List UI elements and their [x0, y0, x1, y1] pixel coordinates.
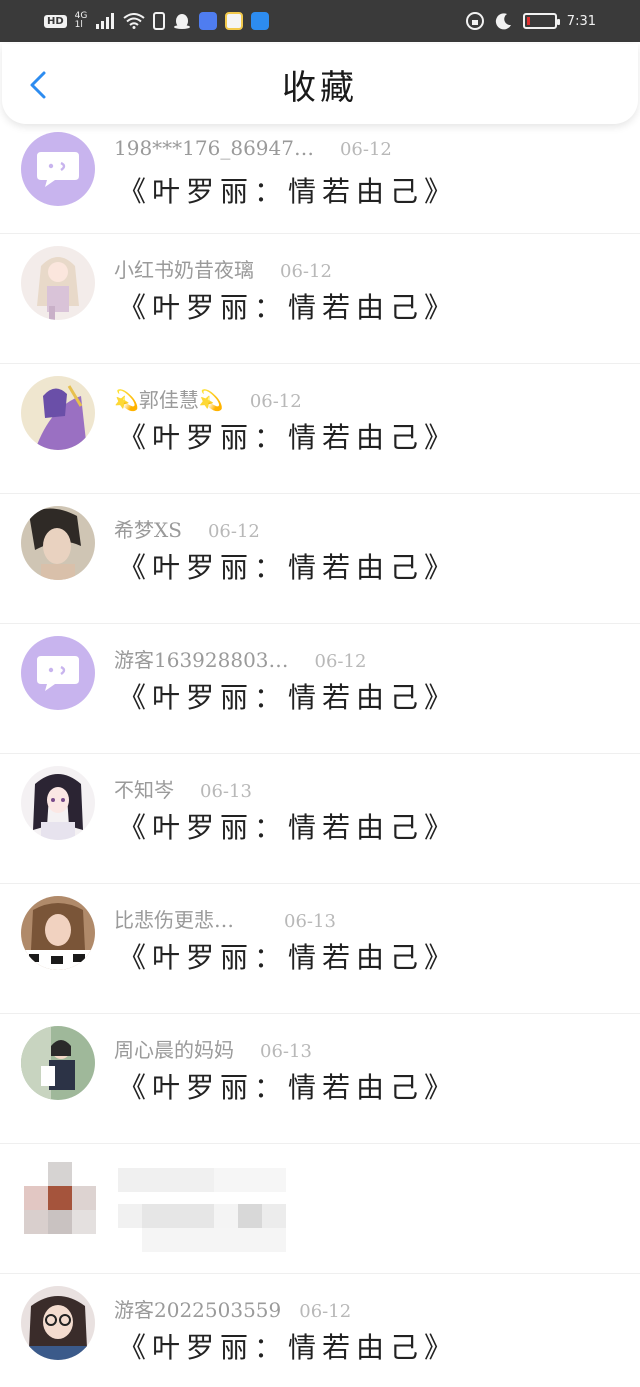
- list-item[interactable]: 💫郭佳慧💫 06-12 《叶罗丽：情若由己》: [0, 364, 640, 494]
- book-title[interactable]: 《叶罗丽：情若由己》: [118, 806, 458, 846]
- rotation-lock-icon: [465, 12, 484, 30]
- avatar[interactable]: [21, 376, 95, 450]
- pixel-block: [262, 1204, 286, 1228]
- item-meta: 不知岑 06-13: [114, 774, 252, 803]
- photo-girl-avatar-icon: [21, 896, 95, 970]
- pixel-block: [72, 1186, 96, 1210]
- bubble-icon: [37, 152, 79, 187]
- avatar[interactable]: [21, 132, 95, 206]
- network-indicator: 4G 1l: [74, 11, 88, 30]
- wifi-icon: [123, 13, 145, 29]
- user-name[interactable]: 💫郭佳慧💫: [114, 384, 224, 413]
- list-item[interactable]: 希梦XS 06-12 《叶罗丽：情若由己》: [0, 494, 640, 624]
- pixel-block: [24, 1210, 48, 1234]
- book-title[interactable]: 《叶罗丽：情若由己》: [118, 1326, 458, 1366]
- item-meta: 💫郭佳慧💫 06-12: [114, 384, 302, 413]
- avatar[interactable]: [21, 1286, 95, 1360]
- pixel-block: [238, 1204, 262, 1228]
- avatar[interactable]: [21, 246, 95, 320]
- user-name[interactable]: 游客2022503559: [114, 1294, 281, 1323]
- item-date: 06-13: [200, 781, 252, 802]
- list-item[interactable]: 不知岑 06-13 《叶罗丽：情若由己》: [0, 754, 640, 884]
- header-bar: 收藏: [2, 44, 638, 124]
- page-title: 收藏: [282, 67, 358, 108]
- pixel-block: [142, 1204, 214, 1228]
- list-item[interactable]: 198***176_86947… 06-12 《叶罗丽：情若由己》: [0, 124, 640, 234]
- list-item[interactable]: 小红书奶昔夜璃 06-12 《叶罗丽：情若由己》: [0, 234, 640, 364]
- anime-dark-hair-avatar-icon: [21, 766, 95, 840]
- battery-icon: [522, 13, 560, 29]
- item-meta: 游客163928803… 06-12: [114, 644, 366, 673]
- item-meta: 小红书奶昔夜璃 06-12: [114, 254, 332, 283]
- list-item-blurred[interactable]: [0, 1144, 640, 1274]
- glasses-girl-avatar-icon: [21, 1286, 95, 1360]
- avatar[interactable]: [21, 766, 95, 840]
- user-name[interactable]: 游客163928803…: [114, 644, 289, 673]
- list-item[interactable]: 游客2022503559 06-12 《叶罗丽：情若由己》: [0, 1274, 640, 1387]
- book-title[interactable]: 《叶罗丽：情若由己》: [118, 546, 458, 586]
- user-name[interactable]: 比悲伤更悲…: [114, 904, 234, 933]
- avatar[interactable]: [21, 896, 95, 970]
- user-name[interactable]: 198***176_86947…: [114, 136, 314, 160]
- item-meta: 周心晨的妈妈 06-13: [114, 1034, 312, 1063]
- avatar[interactable]: [21, 636, 95, 710]
- book-title[interactable]: 《叶罗丽：情若由己》: [118, 1066, 458, 1106]
- pixel-block: [118, 1168, 214, 1192]
- avatar[interactable]: [21, 506, 95, 580]
- clock: 7:31: [566, 13, 596, 29]
- book-title[interactable]: 《叶罗丽：情若由己》: [118, 676, 458, 716]
- hd-indicator: HD: [44, 14, 67, 28]
- battery-level: [526, 17, 530, 25]
- item-meta: 游客2022503559 06-12: [114, 1294, 351, 1323]
- book-title[interactable]: 《叶罗丽：情若由己》: [118, 170, 458, 210]
- user-name[interactable]: 不知岑: [114, 774, 174, 803]
- item-date: 06-12: [314, 651, 367, 672]
- book-title[interactable]: 《叶罗丽：情若由己》: [118, 416, 458, 456]
- status-bar: HD 4G 1l 7:31: [0, 0, 640, 42]
- signal-icon: [96, 13, 115, 29]
- pixel-block: [118, 1204, 142, 1228]
- item-date: 06-12: [339, 139, 392, 160]
- pixel-block: [142, 1228, 286, 1252]
- item-meta: 198***176_86947… 06-12: [114, 136, 392, 160]
- emoji-app-icon: [225, 12, 244, 30]
- item-date: 06-13: [284, 911, 336, 932]
- pixel-block: [214, 1168, 286, 1192]
- music-app-icon: [199, 12, 218, 30]
- pixel-block: [214, 1204, 238, 1228]
- pixel-block: [72, 1210, 96, 1234]
- list-item[interactable]: 周心晨的妈妈 06-13 《叶罗丽：情若由己》: [0, 1014, 640, 1144]
- favorites-list: 198***176_86947… 06-12 《叶罗丽：情若由己》 小红书奶昔夜…: [0, 124, 640, 1387]
- item-date: 06-12: [299, 1301, 352, 1322]
- pixel-block: [48, 1186, 72, 1210]
- purple-fairy-avatar-icon: [21, 376, 95, 450]
- school-uniform-avatar-icon: [21, 1026, 95, 1100]
- user-name[interactable]: 希梦XS: [114, 514, 182, 543]
- portrait-avatar-icon: [21, 506, 95, 580]
- item-date: 06-12: [249, 391, 302, 412]
- status-right: 7:31: [465, 11, 596, 31]
- pixel-block: [48, 1162, 72, 1186]
- pixel-block: [24, 1186, 48, 1210]
- item-date: 06-12: [207, 521, 260, 542]
- item-meta: 比悲伤更悲… 06-13: [114, 904, 336, 933]
- user-name[interactable]: 小红书奶昔夜璃: [114, 254, 254, 283]
- bubble-icon: [37, 656, 79, 691]
- item-date: 06-12: [280, 261, 332, 282]
- navigation-app-icon: [251, 12, 270, 30]
- user-name[interactable]: 周心晨的妈妈: [114, 1034, 234, 1063]
- item-meta: 希梦XS 06-12: [114, 514, 260, 543]
- avatar[interactable]: [21, 1026, 95, 1100]
- qq-icon: [174, 14, 191, 29]
- anime-girl-avatar-icon: [21, 246, 95, 320]
- book-title[interactable]: 《叶罗丽：情若由己》: [118, 286, 458, 326]
- moon-icon: [495, 13, 511, 30]
- item-date: 06-13: [260, 1041, 312, 1062]
- phone-icon: [153, 12, 166, 30]
- book-title[interactable]: 《叶罗丽：情若由己》: [118, 936, 458, 976]
- list-item[interactable]: 游客163928803… 06-12 《叶罗丽：情若由己》: [0, 624, 640, 754]
- status-left: HD 4G 1l: [44, 11, 270, 30]
- list-item[interactable]: 比悲伤更悲… 06-13 《叶罗丽：情若由己》: [0, 884, 640, 1014]
- pixel-block: [48, 1210, 72, 1234]
